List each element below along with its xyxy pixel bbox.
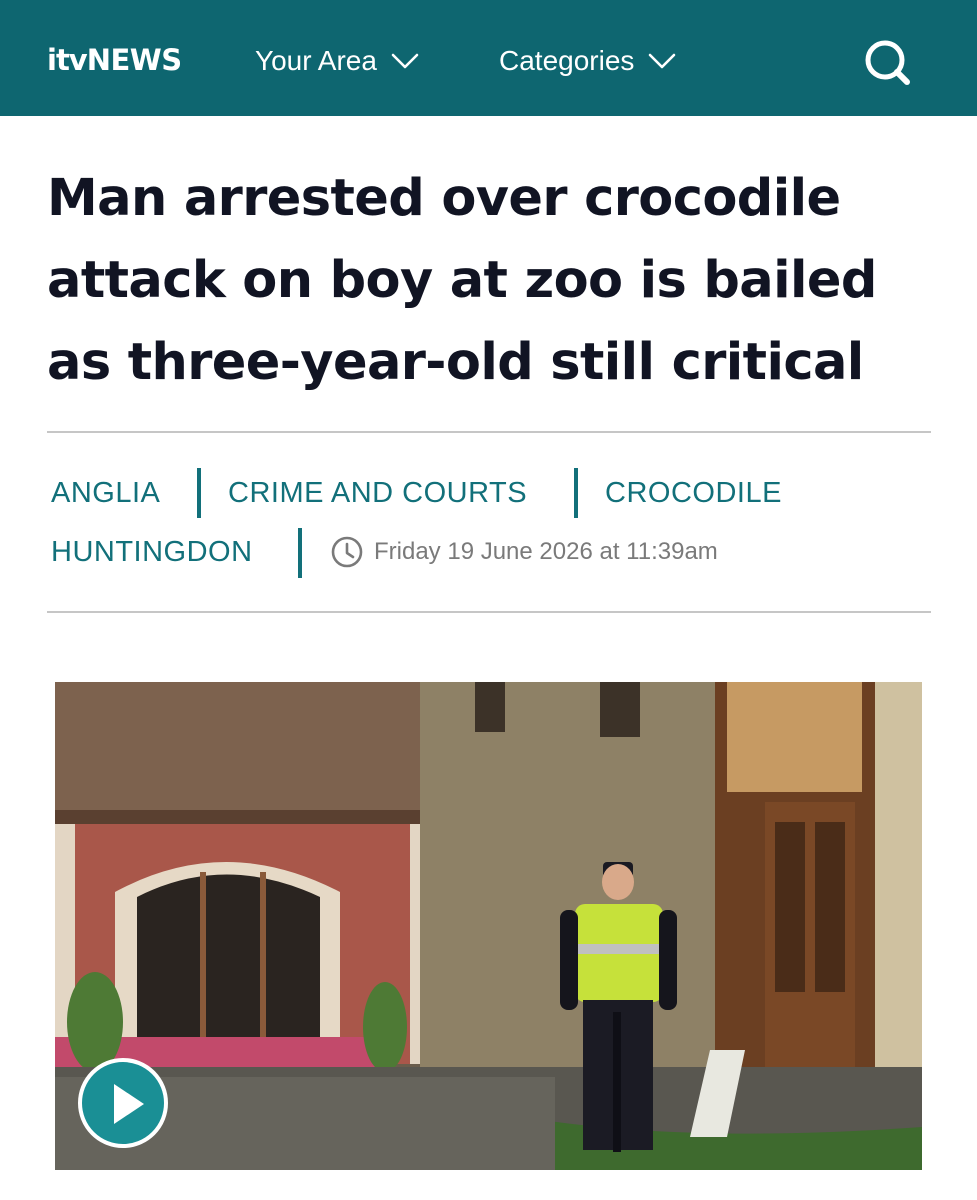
photo-zoo-entrance-police-officer (55, 682, 922, 1170)
timestamp-text: Friday 19 June 2026 at 11:39am (374, 538, 718, 565)
clock-icon (331, 536, 363, 568)
tag-separator (197, 468, 201, 518)
nav-categories-label: Categories (499, 45, 635, 76)
top-navbar: itvNEWS Your Area Categories (0, 0, 977, 116)
divider (47, 611, 931, 613)
play-icon (114, 1084, 144, 1124)
article-headline: Man arrested over crocodile attack on bo… (47, 169, 877, 392)
nav-your-area-label: Your Area (255, 45, 377, 76)
play-video-button[interactable] (78, 1058, 168, 1148)
nav-your-area[interactable]: Your Area (255, 40, 419, 82)
chevron-down-icon (649, 53, 676, 69)
tag-crocodile[interactable]: CROCODILE (605, 473, 782, 513)
itv-news-logo[interactable]: itvNEWS (47, 40, 182, 80)
tag-huntingdon[interactable]: HUNTINGDON (51, 532, 253, 572)
tag-anglia[interactable]: ANGLIA (51, 473, 160, 513)
tag-crime-and-courts[interactable]: CRIME AND COURTS (228, 473, 527, 513)
logo-itv: itv (47, 43, 88, 77)
tag-separator (298, 528, 302, 578)
tag-separator (574, 468, 578, 518)
chevron-down-icon (391, 53, 419, 69)
article-timestamp: Friday 19 June 2026 at 11:39am (330, 532, 718, 572)
nav-categories[interactable]: Categories (499, 40, 676, 82)
search-icon[interactable] (862, 37, 912, 87)
divider (47, 431, 931, 433)
logo-news: NEWS (86, 43, 182, 77)
article-photo[interactable] (55, 682, 922, 1170)
